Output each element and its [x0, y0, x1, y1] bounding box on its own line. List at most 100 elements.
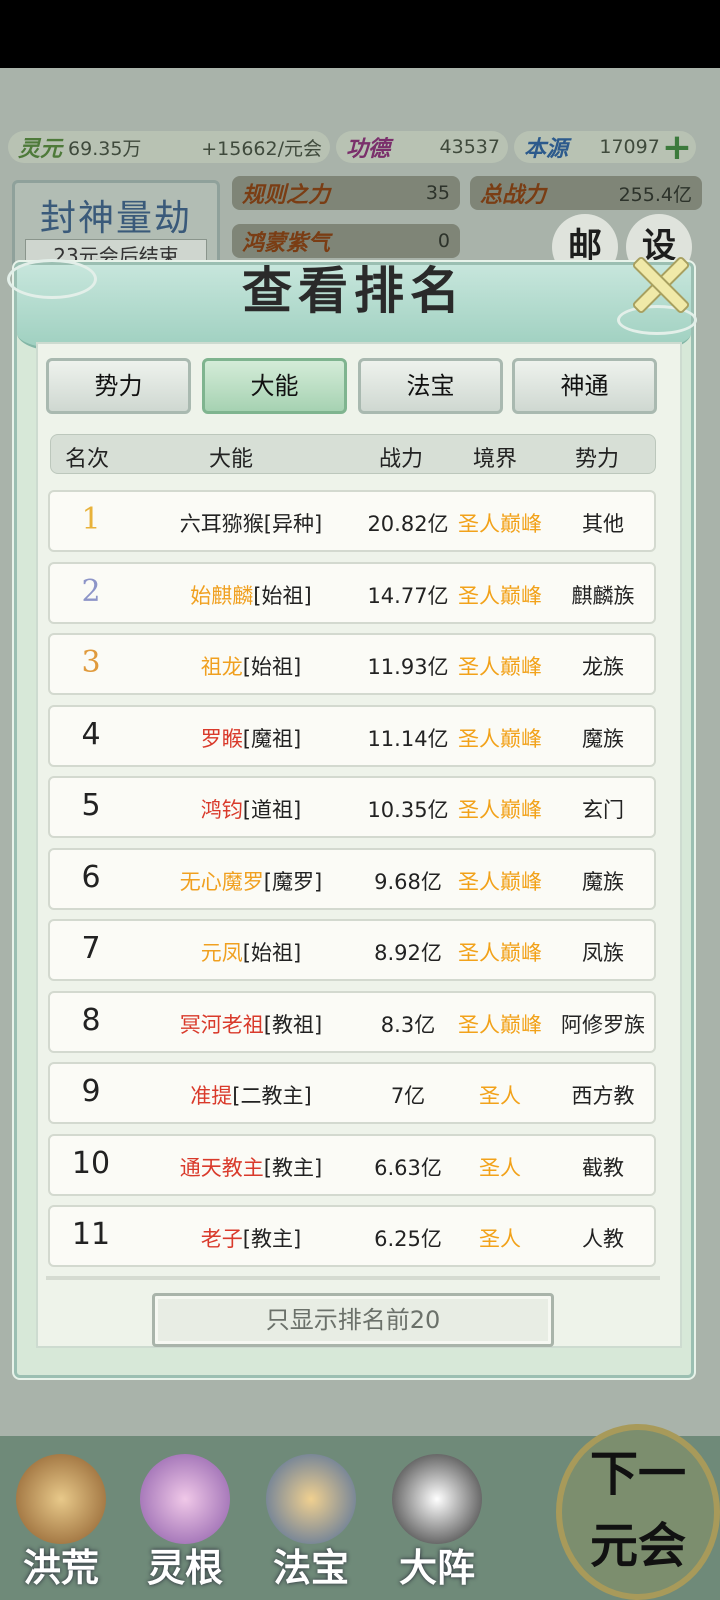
rank-number: 4	[81, 716, 101, 752]
table-row[interactable]: 6 无心魔罗[魔罗] 9.68亿 圣人巅峰 魔族	[48, 847, 656, 910]
taiji-icon	[392, 1454, 482, 1544]
realm-cell: 圣人巅峰	[458, 869, 542, 894]
hongmeng-value: 0	[437, 230, 450, 252]
faction-cell: 龙族	[582, 655, 624, 679]
nav-dazhen[interactable]: 大阵	[382, 1440, 492, 1600]
faction-cell: 玄门	[582, 798, 624, 822]
tab-fabao[interactable]: 法宝	[358, 358, 503, 414]
close-icon[interactable]	[628, 252, 690, 314]
name-cell: 鸿钧[道祖]	[136, 794, 366, 824]
name-text: 六耳猕猴	[179, 512, 264, 536]
table-row[interactable]: 4 罗睺[魔祖] 11.14亿 圣人巅峰 魔族	[48, 704, 656, 767]
rank-number: 2	[81, 573, 101, 609]
rank-number: 5	[81, 788, 101, 823]
name-tag: [魔祖]	[242, 726, 302, 751]
realm-cell: 圣人巅峰	[458, 1012, 542, 1037]
name-cell: 六耳猕猴[异种]	[136, 508, 366, 538]
event-title: 封神量劫	[39, 198, 192, 239]
table-header: 名次 大能 战力 境界 势力	[50, 434, 656, 474]
table-row[interactable]: 2 始麒麟[始祖] 14.77亿 圣人巅峰 麒麟族	[48, 561, 656, 624]
nav-label: 法宝	[272, 1545, 349, 1590]
modal-title: 查看排名	[242, 261, 466, 320]
tab-daneng[interactable]: 大能	[202, 358, 347, 414]
faction-cell: 人教	[582, 1227, 624, 1251]
name-text: 始麒麟	[190, 583, 254, 608]
table-row[interactable]: 7 元凤[始祖] 8.92亿 圣人巅峰 凤族	[48, 919, 656, 981]
top20-filter-button[interactable]: 只显示排名前20	[152, 1293, 554, 1347]
treasure-icon	[266, 1454, 356, 1544]
mountain-icon	[16, 1454, 106, 1544]
table-row[interactable]: 8 冥河老祖[教祖] 8.3亿 圣人巅峰 阿修罗族	[48, 990, 656, 1053]
name-text: 通天教主	[179, 1155, 264, 1180]
name-text: 老子	[200, 1227, 243, 1251]
name-tag: [教祖]	[263, 1012, 323, 1037]
col-power: 战力	[379, 447, 424, 472]
nav-linggen[interactable]: 灵根	[130, 1440, 240, 1600]
ranking-list[interactable]: 1 六耳猕猴[异种] 20.82亿 圣人巅峰 其他 2 始麒麟[始祖] 14.77亿 圣人巅峰麒…	[46, 488, 660, 1278]
zongzhanli-bar: 总战力 255.4亿	[470, 176, 702, 210]
name-cell: 元凤[始祖]	[136, 937, 366, 967]
gongde-label: 功德	[346, 136, 391, 162]
rank-number: 10	[71, 1145, 111, 1181]
next-yuanhui-button[interactable]: 下一 元会	[556, 1424, 720, 1600]
tab-shentong[interactable]: 神通	[512, 358, 657, 414]
name-tag: [始祖]	[242, 655, 302, 679]
benyuan-label: 本源	[524, 136, 569, 162]
name-cell: 通天教主[教主]	[136, 1152, 366, 1182]
table-row[interactable]: 3 祖龙[始祖] 11.93亿 圣人巅峰 龙族	[48, 633, 656, 695]
name-tag: [魔罗]	[263, 869, 323, 894]
faction-cell: 西方教	[571, 1084, 635, 1108]
name-text: 无心魔罗	[179, 869, 264, 894]
realm-cell: 圣人	[479, 1227, 521, 1251]
nav-fabao[interactable]: 法宝	[256, 1440, 366, 1600]
rank-number: 7	[81, 931, 101, 966]
guize-bar: 规则之力 35	[232, 176, 460, 210]
faction-cell: 阿修罗族	[561, 1012, 645, 1037]
faction-cell: 魔族	[582, 726, 624, 751]
gongde-bar: 功德 43537	[336, 131, 508, 163]
table-row[interactable]: 9 准提[二教主] 7亿 圣人 西方教	[48, 1062, 656, 1124]
name-cell: 始麒麟[始祖]	[136, 580, 366, 610]
benyuan-bar: 本源 17097 +	[514, 127, 696, 168]
name-tag: [二教主]	[232, 1084, 312, 1108]
rank-number: 11	[71, 1217, 111, 1252]
name-text: 元凤	[200, 941, 243, 965]
realm-cell: 圣人巅峰	[458, 583, 542, 608]
name-cell: 准提[二教主]	[136, 1080, 366, 1110]
tab-shili[interactable]: 势力	[46, 358, 191, 414]
nav-honghuang[interactable]: 洪荒	[6, 1440, 116, 1600]
rank-number: 3	[81, 645, 101, 680]
name-tag: [教主]	[242, 1227, 302, 1251]
table-row[interactable]: 11 老子[教主] 6.25亿 圣人 人教	[48, 1205, 656, 1267]
list-divider	[46, 1276, 660, 1280]
name-cell: 冥河老祖[教祖]	[136, 1009, 366, 1039]
nav-label: 灵根	[146, 1545, 223, 1590]
col-name: 大能	[209, 447, 254, 472]
table-row[interactable]: 1 六耳猕猴[异种] 20.82亿 圣人巅峰 其他	[48, 490, 656, 552]
nav-label: 大阵	[398, 1545, 475, 1590]
lingyuan-rate: +15662/元会	[201, 137, 322, 160]
rank-number: 6	[81, 859, 101, 895]
table-row[interactable]: 10 通天教主[教主] 6.63亿 圣人 截教	[48, 1133, 656, 1196]
col-rank: 名次	[65, 447, 110, 472]
name-text: 鸿钧	[200, 798, 243, 822]
name-text: 罗睺	[200, 726, 243, 751]
lotus-icon	[140, 1454, 230, 1544]
faction-cell: 凤族	[582, 941, 624, 965]
faction-cell: 其他	[582, 512, 624, 536]
name-cell: 无心魔罗[魔罗]	[136, 866, 366, 896]
realm-cell: 圣人巅峰	[458, 941, 542, 965]
rank-number: 1	[81, 502, 101, 537]
realm-cell: 圣人巅峰	[458, 798, 542, 822]
faction-cell: 魔族	[582, 869, 624, 894]
name-cell: 祖龙[始祖]	[136, 651, 366, 681]
guize-label: 规则之力	[242, 182, 331, 208]
add-icon[interactable]: +	[662, 127, 692, 168]
lingyuan-value: 69.35万	[68, 137, 142, 160]
next-line1: 下一	[589, 1446, 686, 1502]
table-row[interactable]: 5 鸿钧[道祖] 10.35亿 圣人巅峰 玄门	[48, 776, 656, 838]
name-tag: [道祖]	[242, 798, 302, 822]
benyuan-value: 17097	[599, 136, 660, 158]
status-bar	[0, 0, 720, 68]
nav-label: 洪荒	[22, 1545, 99, 1590]
